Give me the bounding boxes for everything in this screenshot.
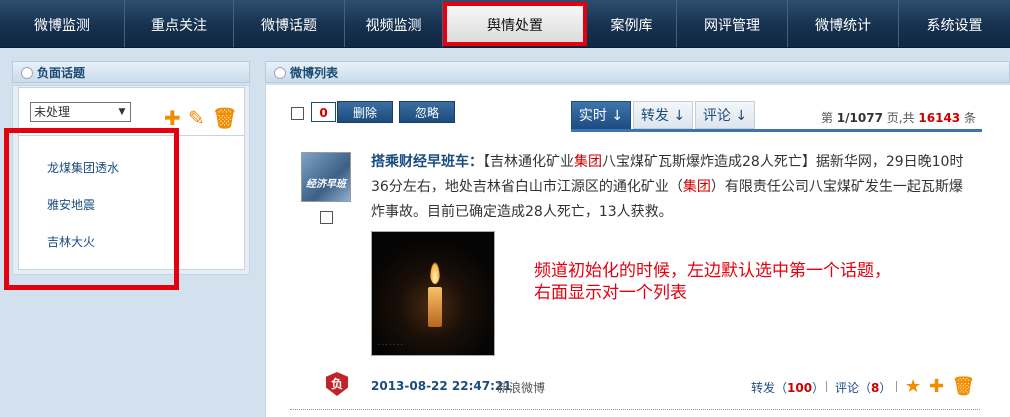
pager-suffix: 条	[963, 111, 976, 125]
avatar-art: 经济早班	[306, 179, 346, 190]
post-checkbox[interactable]	[320, 211, 333, 224]
star-icon[interactable]: ★	[905, 377, 921, 397]
tab-underline	[571, 129, 982, 132]
annotation-line: 频道初始化的时候，左边默认选中第一个话题，	[534, 261, 891, 281]
nav-label: 微博话题	[261, 18, 317, 34]
nav-label: 案例库	[610, 18, 653, 34]
candle-flame	[430, 262, 440, 284]
keyword-highlight: 集团	[574, 154, 602, 170]
right-panel-title: 微博列表	[290, 66, 339, 80]
nav-label: 微博统计	[815, 18, 871, 34]
nav-label: 微博监测	[34, 18, 90, 34]
post-text: 【吉林通化矿业	[483, 154, 574, 170]
annotation-note: 频道初始化的时候，左边默认选中第一个话题， 右面显示对一个列表	[534, 260, 891, 304]
nav-item-system-settings[interactable]: 系统设置	[899, 0, 1010, 47]
pager-page: 1/1077	[836, 111, 883, 125]
pager-prefix: 第	[820, 111, 833, 125]
nav-label: 视频监测	[365, 18, 422, 34]
tab-repost[interactable]: 转发 ↓	[633, 101, 693, 129]
tab-realtime[interactable]: 实时 ↓	[571, 101, 631, 129]
post-image[interactable]: · · · · · · ·	[371, 231, 495, 356]
post-time[interactable]: 2013-08-22 22:47:21	[371, 379, 512, 393]
nav-label: 重点关注	[151, 18, 207, 34]
edit-topic-icon[interactable]: ✎	[188, 108, 205, 128]
right-panel-header: 微博列表	[265, 61, 1010, 83]
nav-label: 系统设置	[926, 18, 983, 34]
nav-item-video-monitor[interactable]: 视频监测	[345, 0, 443, 47]
panel-bullet-icon	[274, 67, 286, 79]
nav-item-weibo-stats[interactable]: 微博统计	[788, 0, 899, 47]
delete-icon[interactable]: 🗑	[952, 377, 975, 397]
panel-bullet-icon	[21, 67, 33, 79]
pagination-info: 第 1/1077 页,共 16143 条	[821, 109, 976, 126]
avatar[interactable]: 经济早班	[301, 152, 351, 202]
repost-close: ）	[812, 381, 825, 395]
nav-item-weibo-topics[interactable]: 微博话题	[234, 0, 345, 47]
divider	[826, 381, 827, 392]
post-content: 搭乘财经早班车：【吉林通化矿业集团八宝煤矿瓦斯爆炸造成28人死亡】据新华网，29…	[371, 150, 971, 225]
candle	[428, 287, 442, 327]
delete-topic-icon[interactable]: 🗑	[212, 108, 237, 128]
divider	[896, 381, 897, 392]
nav-label: 网评管理	[704, 18, 760, 34]
selected-count: 0	[311, 102, 336, 122]
nav-label: 舆情处置	[487, 18, 543, 34]
status-filter-value: 未处理	[34, 105, 71, 119]
add-topic-icon[interactable]: ✚	[164, 108, 181, 128]
delete-button[interactable]: 删除	[337, 101, 393, 123]
keyword-highlight: 集团	[682, 179, 711, 195]
select-all-checkbox[interactable]	[291, 107, 304, 120]
divider	[290, 409, 980, 410]
pager-mid: 页,共	[886, 111, 915, 125]
annotation-line: 右面显示对一个列表	[534, 283, 687, 303]
nav-item-key-focus[interactable]: 重点关注	[125, 0, 234, 47]
left-panel-title: 负面话题	[37, 66, 86, 80]
nav-item-weibo-monitor[interactable]: 微博监测	[0, 0, 125, 47]
repost-count: 100	[787, 381, 813, 395]
repost-label: 转发（	[751, 381, 788, 395]
pager-total: 16143	[918, 111, 961, 125]
tab-comment[interactable]: 评论 ↓	[695, 101, 755, 129]
top-nav: 微博监测 重点关注 微博话题 视频监测 舆情处置 案例库 网评管理 微博统计 系…	[0, 0, 1010, 48]
nav-item-opinion-handling[interactable]: 舆情处置	[443, 2, 587, 46]
chevron-down-icon: ▼	[118, 107, 126, 117]
image-watermark: · · · · · · ·	[378, 342, 403, 349]
repost-link[interactable]: 转发（100）	[751, 379, 824, 396]
ignore-button[interactable]: 忽略	[399, 101, 455, 123]
post-author[interactable]: 搭乘财经早班车：	[371, 154, 483, 170]
comment-link[interactable]: 评论（8）	[835, 379, 891, 396]
left-panel-header: 负面话题	[12, 61, 250, 83]
status-filter-select[interactable]: 未处理 ▼	[30, 102, 131, 122]
post-source: 新浪微博	[497, 381, 546, 395]
add-icon[interactable]: ✚	[929, 377, 944, 397]
annotation-highlight-box	[4, 128, 179, 290]
nav-item-comment-manage[interactable]: 网评管理	[677, 0, 788, 47]
nav-item-case-library[interactable]: 案例库	[587, 0, 677, 47]
comment-label: 评论（	[835, 381, 872, 395]
comment-close: ）	[879, 381, 892, 395]
